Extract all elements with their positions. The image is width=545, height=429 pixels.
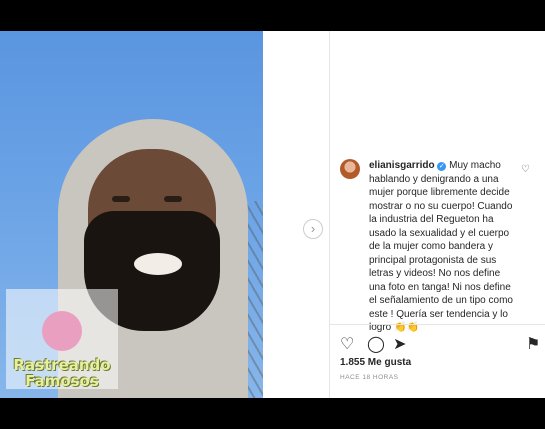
verified-badge-icon: ✓ [437, 162, 447, 171]
save-bookmark-icon[interactable]: ⚑ [526, 334, 540, 354]
post-timestamp: HACE 18 HORAS [340, 374, 399, 381]
caption-username[interactable]: elianisgarrido [369, 160, 435, 171]
instagram-post: Rastreando Famosos › elianisgarrido ✓ Mu… [0, 31, 545, 398]
next-media-chevron-icon[interactable]: › [303, 219, 323, 239]
caption-text: Muy macho hablando y denigrando a una mu… [369, 160, 513, 333]
watermark-bear-icon [42, 311, 82, 351]
letterbox-bottom [0, 398, 545, 429]
watermark-logo: Rastreando Famosos [6, 289, 118, 389]
post-video[interactable]: Rastreando Famosos [0, 31, 263, 398]
post-caption: elianisgarrido ✓ Muy macho hablando y de… [340, 159, 516, 335]
caption-like-heart-icon[interactable]: ♡ [521, 164, 530, 175]
person-eyes [112, 196, 192, 206]
action-bar: ♡ ◯ ➤ ⚑ [340, 334, 545, 354]
comments-panel: elianisgarrido ✓ Muy macho hablando y de… [330, 31, 545, 398]
letterbox-top [0, 0, 545, 31]
watermark-line2: Famosos [25, 372, 99, 390]
comment-icon[interactable]: ◯ [367, 334, 385, 354]
watermark-line1: Rastreando [13, 356, 111, 374]
like-heart-icon[interactable]: ♡ [340, 334, 354, 354]
likes-count[interactable]: 1.855 Me gusta [340, 357, 411, 368]
share-icon[interactable]: ➤ [393, 334, 406, 354]
actions-divider [330, 324, 545, 325]
person-mouth [134, 253, 182, 275]
